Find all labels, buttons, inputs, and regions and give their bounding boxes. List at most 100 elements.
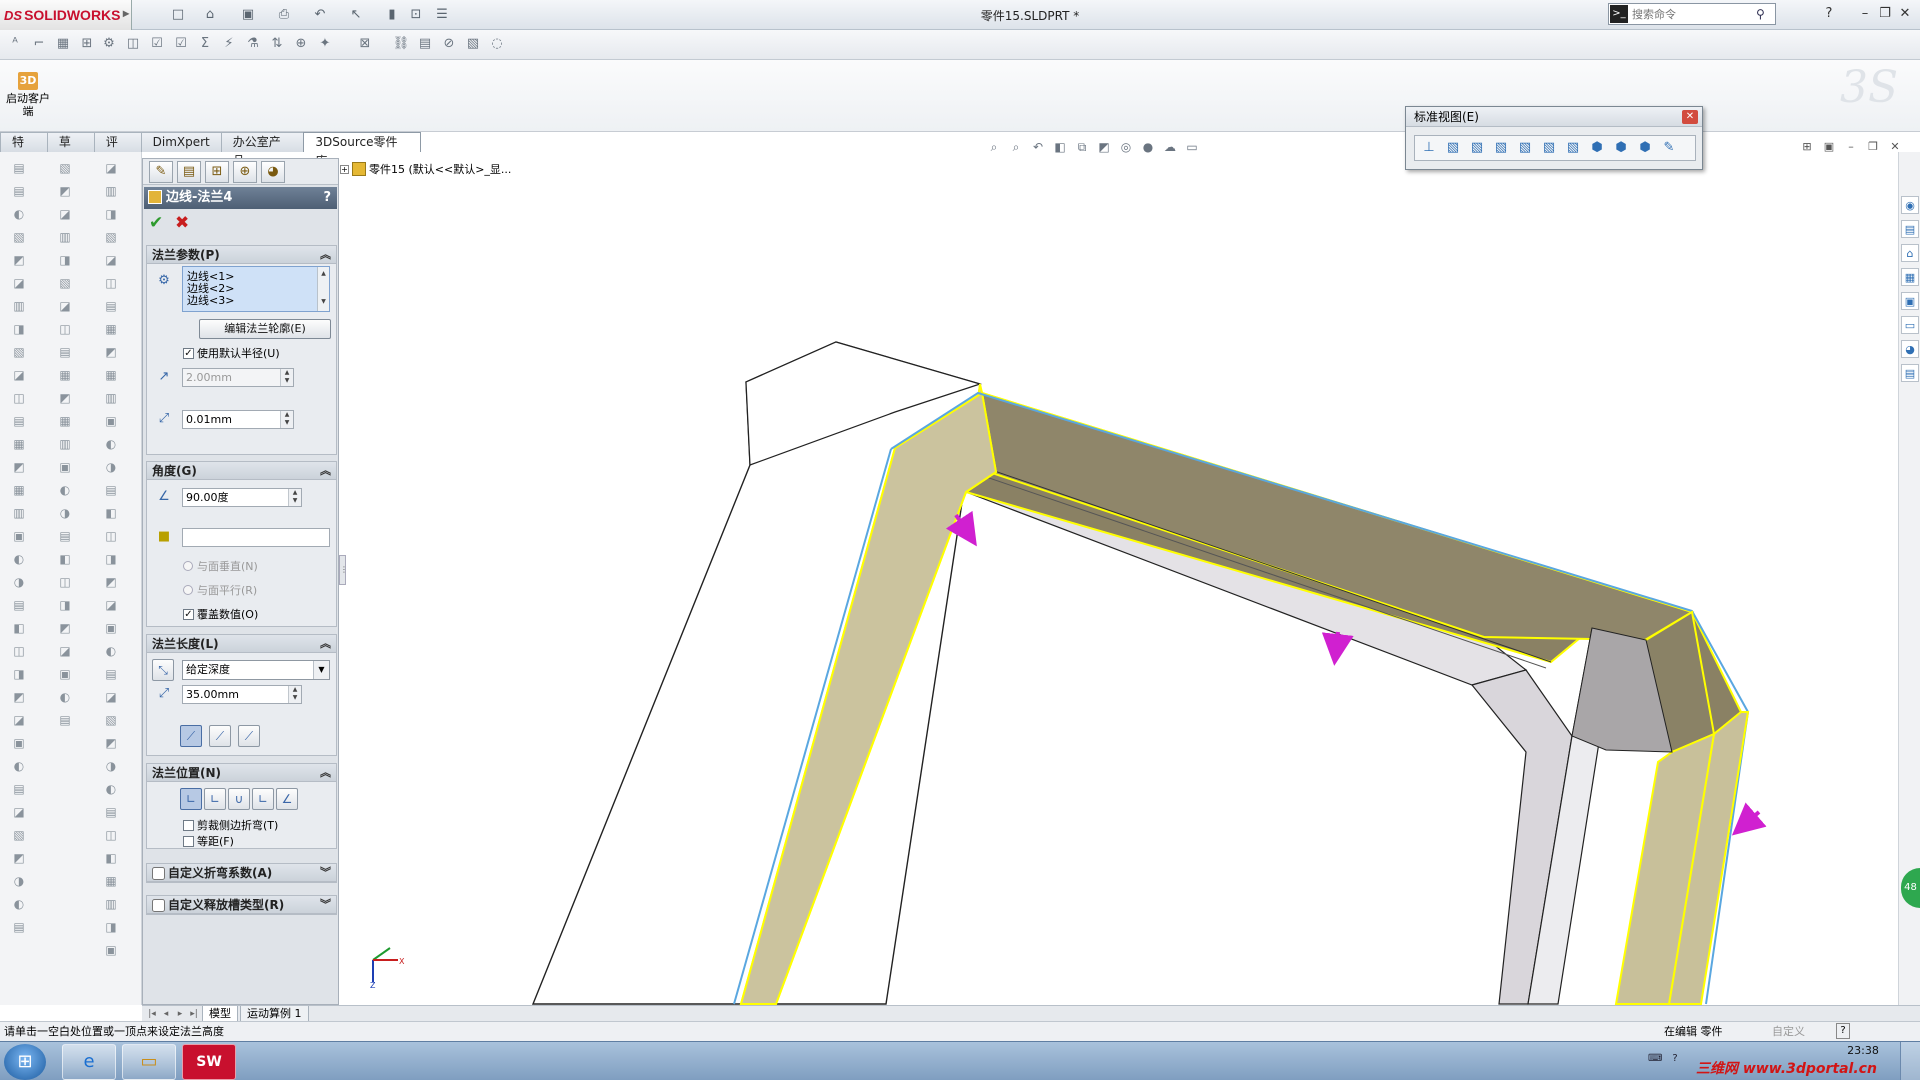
- tab-office-products[interactable]: 办公室产品: [220, 132, 305, 168]
- toolbar-tool-icon[interactable]: ▤: [10, 413, 28, 429]
- restore-icon[interactable]: ❐: [1876, 5, 1894, 23]
- collapse-chevron-icon[interactable]: ︽: [320, 462, 331, 480]
- tangent-bend-icon[interactable]: ⟋: [238, 725, 260, 747]
- toolbar-tool-icon[interactable]: ◨: [102, 206, 120, 222]
- toolbar-tool-icon[interactable]: ▣: [102, 620, 120, 636]
- tool-icon-16[interactable]: ⛓: [392, 35, 410, 53]
- spin-arrows-icon[interactable]: ▲ ▼: [288, 686, 301, 703]
- group-header[interactable]: 法兰位置(N) ︽: [147, 764, 336, 782]
- first-tab-icon[interactable]: |◂: [146, 1009, 158, 1019]
- tab-model[interactable]: 模型: [202, 1005, 238, 1022]
- toolbar-tool-icon[interactable]: ▦: [102, 367, 120, 383]
- checkbox-box[interactable]: ✓: [183, 608, 194, 620]
- toolbar-tool-icon[interactable]: ◪: [10, 712, 28, 728]
- section-view-icon[interactable]: ◧: [1051, 138, 1069, 156]
- toolbar-tool-icon[interactable]: ▦: [102, 321, 120, 337]
- clock[interactable]: 23:38: [1838, 1044, 1888, 1058]
- toolbar-tool-icon[interactable]: ▤: [56, 528, 74, 544]
- toolbar-tool-icon[interactable]: ◪: [102, 252, 120, 268]
- collapse-chevron-icon[interactable]: ︽: [320, 635, 331, 653]
- tool-icon-7[interactable]: ☑: [148, 35, 166, 53]
- trimetric-view-icon[interactable]: ⬢: [1611, 138, 1631, 158]
- graphics-area[interactable]: [346, 152, 1898, 1005]
- toolbar-tool-icon[interactable]: ◧: [10, 620, 28, 636]
- spin-arrows-icon[interactable]: ▲ ▼: [280, 411, 293, 428]
- zoom-to-fit-icon[interactable]: ⌕: [985, 138, 1003, 156]
- tool-icon-10[interactable]: ⚡: [220, 35, 238, 53]
- expand-chevron-icon[interactable]: ︾: [320, 896, 331, 914]
- save-icon[interactable]: ▣: [238, 6, 258, 24]
- toolbar-tool-icon[interactable]: ◫: [102, 275, 120, 291]
- toolbar-tool-icon[interactable]: ▦: [102, 873, 120, 889]
- toolbar-tool-icon[interactable]: ▤: [102, 804, 120, 820]
- cancel-x-icon[interactable]: ✖: [175, 213, 189, 233]
- back-view-icon[interactable]: ▧: [1467, 138, 1487, 158]
- search-box[interactable]: >_ ⚲: [1608, 3, 1776, 25]
- tool-icon-5[interactable]: ⚙: [100, 35, 118, 53]
- start-button-windows-icon[interactable]: ⊞: [4, 1044, 46, 1080]
- search-input[interactable]: [1632, 7, 1752, 21]
- bottom-view-icon[interactable]: ▧: [1563, 138, 1583, 158]
- toolbar-tool-icon[interactable]: ▥: [10, 505, 28, 521]
- view-selector-icon[interactable]: ✎: [1659, 138, 1679, 158]
- file-properties-icon[interactable]: ⊡: [406, 6, 426, 24]
- tool-icon-12[interactable]: ⇅: [268, 35, 286, 53]
- toolbar-tool-icon[interactable]: ▣: [102, 413, 120, 429]
- toolbar-tool-icon[interactable]: ◪: [102, 597, 120, 613]
- ok-check-icon[interactable]: ✔: [149, 213, 163, 233]
- close-icon[interactable]: ✕: [1896, 5, 1914, 23]
- toolbar-tool-icon[interactable]: ▥: [102, 183, 120, 199]
- appearances-icon[interactable]: ◕: [1901, 340, 1919, 358]
- next-tab-icon[interactable]: ▸: [174, 1009, 186, 1019]
- tab-evaluate[interactable]: 评估: [93, 132, 142, 168]
- scene-icon[interactable]: ☁: [1161, 138, 1179, 156]
- tool-icon-6[interactable]: ◫: [124, 35, 142, 53]
- right-view-icon[interactable]: ▧: [1515, 138, 1535, 158]
- toolbar-tool-icon[interactable]: ▥: [56, 229, 74, 245]
- toolbar-tool-icon[interactable]: ◫: [102, 528, 120, 544]
- tool-icon-15[interactable]: ⊠: [356, 35, 374, 53]
- expand-chevron-icon[interactable]: ︾: [320, 864, 331, 882]
- toolbar-tool-icon[interactable]: ▣: [56, 459, 74, 475]
- toolbar-tool-icon[interactable]: ◐: [56, 689, 74, 705]
- internet-explorer-icon[interactable]: e: [62, 1044, 116, 1080]
- spell-check-icon[interactable]: ᴬ: [6, 35, 24, 53]
- toolbar-tool-icon[interactable]: ▤: [102, 666, 120, 682]
- last-tab-icon[interactable]: ▸|: [188, 1009, 200, 1019]
- offset-checkbox[interactable]: 等距(F): [183, 833, 234, 849]
- top-view-icon[interactable]: ▧: [1539, 138, 1559, 158]
- toolbar-tool-icon[interactable]: ▦: [56, 413, 74, 429]
- toolbar-tool-icon[interactable]: ◐: [102, 781, 120, 797]
- toolbar-tool-icon[interactable]: ▣: [10, 528, 28, 544]
- normal-to-icon[interactable]: ⊥: [1419, 138, 1439, 158]
- tab-dimxpert[interactable]: DimXpert: [140, 132, 222, 152]
- toolbar-tool-icon[interactable]: ◩: [56, 390, 74, 406]
- group-header[interactable]: 法兰长度(L) ︽: [147, 635, 336, 653]
- custom-relief-type-checkbox[interactable]: [152, 899, 165, 912]
- toolbar-tool-icon[interactable]: ◨: [56, 597, 74, 613]
- list-item[interactable]: 边线<3>: [187, 295, 325, 307]
- tool-icon-18[interactable]: ⊘: [440, 35, 458, 53]
- toolbar-tool-icon[interactable]: ◪: [56, 298, 74, 314]
- group-header[interactable]: 自定义释放槽类型(R) ︾: [147, 896, 336, 914]
- material-outside-icon[interactable]: ∟: [204, 788, 226, 810]
- open-file-icon[interactable]: ⌂: [200, 6, 220, 24]
- flange-length-field[interactable]: 35.00mm ▲ ▼: [182, 685, 302, 704]
- toolbar-tool-icon[interactable]: ◩: [10, 689, 28, 705]
- use-default-radius-checkbox[interactable]: ✓ 使用默认半径(U): [183, 345, 280, 361]
- search-pane-icon[interactable]: ▦: [1901, 268, 1919, 286]
- panel-splitter-handle[interactable]: ⋮: [339, 555, 348, 585]
- tab-motion-study[interactable]: 运动算例 1: [240, 1005, 309, 1022]
- toolbar-tool-icon[interactable]: ◫: [10, 390, 28, 406]
- toolbar-tool-icon[interactable]: ▣: [102, 942, 120, 958]
- appearance-icon[interactable]: ●: [1139, 138, 1157, 156]
- toolbar-tool-icon[interactable]: ◫: [56, 574, 74, 590]
- toolbar-tool-icon[interactable]: ◨: [56, 252, 74, 268]
- toolbar-tool-icon[interactable]: ▧: [10, 344, 28, 360]
- undo-icon[interactable]: ↶: [310, 6, 330, 24]
- search-icon[interactable]: ⚲: [1756, 7, 1765, 21]
- virtual-sharp-icon[interactable]: ∟: [252, 788, 274, 810]
- toolbar-tool-icon[interactable]: ◧: [102, 850, 120, 866]
- parallel-to-face-radio[interactable]: 与面平行(R): [183, 582, 257, 598]
- edge-selection-list[interactable]: 边线<1> 边线<2> 边线<3> ▲ ▼: [182, 266, 330, 312]
